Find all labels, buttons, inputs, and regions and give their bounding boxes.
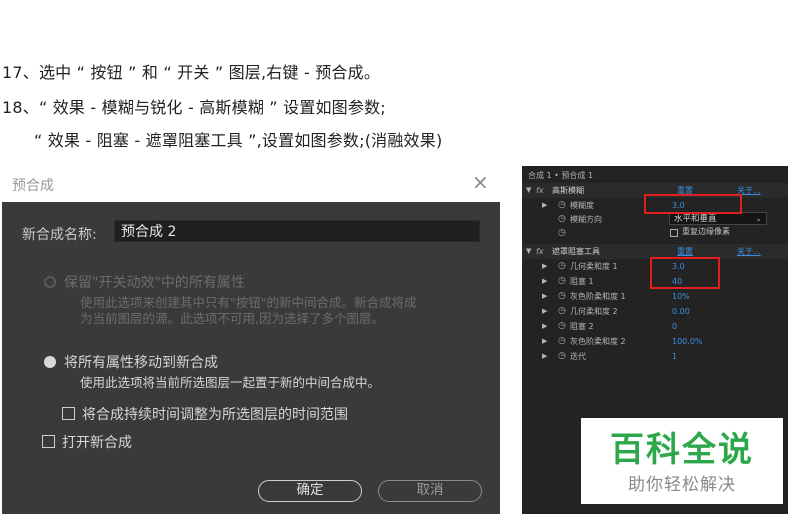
dialog-title: 预合成 [12,178,54,194]
stopwatch-icon[interactable]: ◷ [558,289,566,304]
ok-button[interactable]: 确定 [258,480,362,502]
param-label: 几何柔和度 1 [570,262,618,271]
repeat-edge-checkbox[interactable] [670,229,678,237]
highlight-box-blurriness [644,194,742,214]
expand-triangle-icon[interactable]: ▶ [542,259,547,274]
param-label: 模糊度 [570,201,594,210]
collapse-triangle-icon[interactable]: ▼ [526,183,531,198]
param-value[interactable]: 0.00 [672,304,690,319]
comp-name-input[interactable]: 预合成 2 [114,220,480,242]
radio-leave-attributes[interactable] [44,276,56,288]
expand-triangle-icon[interactable]: ▶ [542,274,547,289]
param-gray-softness-2: ▶ ◷ 灰色阶柔和度 2 100.0% [522,334,788,349]
adjust-duration-label: 将合成持续时间调整为所选图层的时间范围 [82,407,348,423]
precompose-dialog: 预合成 × 新合成名称: 预合成 2 保留"开关动效"中的所有属性 使用此选项来… [2,166,500,514]
watermark-logo: 百科全说 助你轻松解决 [581,418,783,504]
option-leave-attributes-title: 保留"开关动效"中的所有属性 [64,275,245,291]
expand-triangle-icon[interactable]: ▶ [542,289,547,304]
dialog-title-bar: 预合成 × [2,166,500,202]
effect-name: 遮罩阻塞工具 [552,247,600,256]
expand-triangle-icon[interactable]: ▶ [542,349,547,364]
expand-triangle-icon[interactable]: ▶ [542,198,547,213]
expand-triangle-icon[interactable]: ▶ [542,319,547,334]
watermark-slogan: 助你轻松解决 [628,475,736,495]
stopwatch-icon[interactable]: ◷ [558,349,566,364]
param-gray-softness-1: ▶ ◷ 灰色阶柔和度 1 10% [522,289,788,304]
param-label: 迭代 [570,352,586,361]
option-move-attributes-desc: 使用此选项将当前所选图层一起置于新的中间合成中。 [80,375,381,390]
param-label: 几何柔和度 2 [570,307,618,316]
cancel-button[interactable]: 取消 [378,480,482,502]
comp-name-label: 新合成名称: [22,227,97,243]
collapse-triangle-icon[interactable]: ▼ [526,244,531,259]
stopwatch-icon[interactable]: ◷ [558,274,566,289]
about-link[interactable]: 关于... [737,244,761,259]
step-18-continued-text: “ 效果 - 阻塞 - 遮罩阻塞工具 ”,设置如图参数;(消融效果) [34,131,443,150]
param-value[interactable]: 10% [672,289,690,304]
open-new-comp-checkbox[interactable] [42,435,55,448]
param-geometric-softness-2: ▶ ◷ 几何柔和度 2 0.00 [522,304,788,319]
param-label: 灰色阶柔和度 2 [570,337,626,346]
param-label: 阻塞 2 [570,322,594,331]
highlight-box-choker-values [650,257,720,289]
param-label: 模糊方向 [570,215,602,224]
expand-triangle-icon[interactable]: ▶ [542,334,547,349]
fx-icon[interactable]: fx [536,183,544,198]
expand-triangle-icon[interactable]: ▶ [542,304,547,319]
stopwatch-icon[interactable]: ◷ [558,259,566,274]
adjust-duration-checkbox[interactable] [62,407,75,420]
stopwatch-icon[interactable]: ◷ [558,212,566,227]
step-17-text: 17、选中 “ 按钮 ” 和 “ 开关 ” 图层,右键 - 预合成。 [2,63,381,82]
panel-breadcrumb: 合成 1 • 预合成 1 [528,171,594,180]
stopwatch-icon[interactable]: ◷ [558,334,566,349]
stopwatch-icon[interactable]: ◷ [558,304,566,319]
repeat-edge-label: 重复边缘像素 [682,227,730,236]
param-repeat-edge: ◷ [522,226,788,241]
chevron-down-icon: ⌄ [755,214,762,223]
param-choke-2: ▶ ◷ 阻塞 2 0 [522,319,788,334]
param-value[interactable]: 0 [672,319,677,334]
fx-icon[interactable]: fx [536,244,544,259]
option-move-attributes-title: 将所有属性移动到新合成 [64,355,218,371]
step-18-text: 18、“ 效果 - 模糊与锐化 - 高斯模糊 ” 设置如图参数; [2,98,386,117]
param-label: 阻塞 1 [570,277,594,286]
effect-name: 高斯模糊 [552,186,584,195]
param-value[interactable]: 1 [672,349,677,364]
stopwatch-icon[interactable]: ◷ [558,226,566,241]
radio-move-attributes[interactable] [44,356,56,368]
param-label: 灰色阶柔和度 1 [570,292,626,301]
param-value[interactable]: 100.0% [672,334,703,349]
param-iterations: ▶ ◷ 迭代 1 [522,349,788,364]
option-leave-attributes-desc-2: 为当前图层的源。此选项不可用,因为选择了多个图层。 [80,311,384,326]
stopwatch-icon[interactable]: ◷ [558,319,566,334]
open-new-comp-label: 打开新合成 [62,435,132,451]
close-icon[interactable]: × [472,172,489,192]
watermark-brand: 百科全说 [610,430,754,470]
stopwatch-icon[interactable]: ◷ [558,198,566,213]
